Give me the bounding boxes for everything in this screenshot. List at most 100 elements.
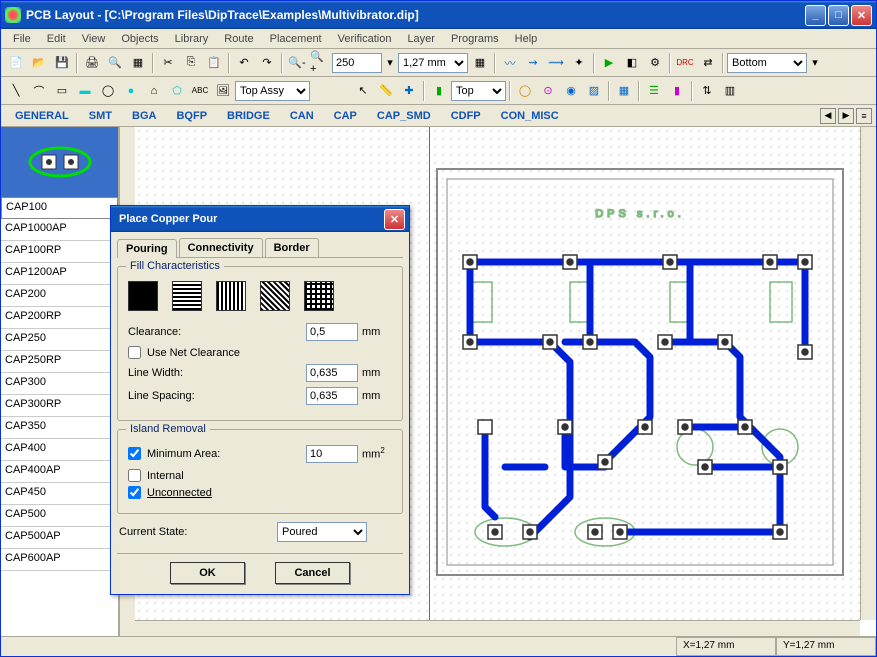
menu-file[interactable]: File	[5, 31, 39, 47]
zoom-dropdown-icon[interactable]: ▾	[383, 52, 397, 74]
component-cap300rp[interactable]: CAP300RP	[1, 395, 118, 417]
menu-view[interactable]: View	[74, 31, 114, 47]
text-icon[interactable]: ABC	[189, 80, 211, 102]
line-icon[interactable]: ╲	[5, 80, 27, 102]
hole-icon[interactable]: ◉	[560, 80, 582, 102]
net-icon[interactable]: ✦	[568, 52, 590, 74]
arc-icon[interactable]: ⌒	[28, 80, 50, 102]
cancel-button[interactable]: Cancel	[275, 562, 350, 584]
grid-icon[interactable]: ▦	[469, 52, 491, 74]
component-cap100[interactable]: CAP100	[1, 197, 118, 219]
titleblock-icon[interactable]: ▦	[127, 52, 149, 74]
lib-tab-bridge[interactable]: BRIDGE	[217, 107, 280, 125]
unconnected-checkbox[interactable]	[128, 486, 141, 499]
drc-icon[interactable]: DRC	[674, 52, 696, 74]
component-cap300[interactable]: CAP300	[1, 373, 118, 395]
pattern-icon[interactable]: ▥	[719, 80, 741, 102]
clearance-input[interactable]	[306, 323, 358, 341]
horizontal-scrollbar[interactable]	[135, 620, 860, 636]
menu-layer[interactable]: Layer	[399, 31, 443, 47]
zoom-input[interactable]	[332, 53, 382, 73]
ellipse-icon[interactable]: ◯	[97, 80, 119, 102]
copy-icon[interactable]: ⎘	[180, 52, 202, 74]
gear-icon[interactable]: ⚙	[644, 52, 666, 74]
redo-icon[interactable]: ↷	[256, 52, 278, 74]
poly-icon[interactable]: ⌂	[143, 80, 165, 102]
tab-scroll-right[interactable]: ▶	[838, 108, 854, 124]
component-cap100rp[interactable]: CAP100RP	[1, 241, 118, 263]
component-cap500ap[interactable]: CAP500AP	[1, 527, 118, 549]
component-cap1000ap[interactable]: CAP1000AP	[1, 219, 118, 241]
undo-icon[interactable]: ↶	[233, 52, 255, 74]
zoom-in-icon[interactable]: 🔍+	[309, 52, 331, 74]
route2-icon[interactable]: ⇝	[522, 52, 544, 74]
rect-icon[interactable]: ▭	[51, 80, 73, 102]
dialog-tab-connectivity[interactable]: Connectivity	[179, 238, 263, 257]
menu-placement[interactable]: Placement	[262, 31, 330, 47]
menu-programs[interactable]: Programs	[443, 31, 507, 47]
dialog-tab-pouring[interactable]: Pouring	[117, 239, 177, 258]
fill-solid[interactable]	[128, 281, 158, 311]
component-cap200rp[interactable]: CAP200RP	[1, 307, 118, 329]
vertical-scrollbar[interactable]	[860, 127, 876, 620]
internal-checkbox[interactable]	[128, 469, 141, 482]
component-cap600ap[interactable]: CAP600AP	[1, 549, 118, 571]
current-state-select[interactable]: Poured	[277, 522, 367, 542]
linespacing-input[interactable]	[306, 387, 358, 405]
run-icon[interactable]: ▶	[598, 52, 620, 74]
component-icon[interactable]: ▮	[428, 80, 450, 102]
component-cap400[interactable]: CAP400	[1, 439, 118, 461]
component-cap450[interactable]: CAP450	[1, 483, 118, 505]
linewidth-input[interactable]	[306, 364, 358, 382]
lib-tab-general[interactable]: GENERAL	[5, 107, 79, 125]
cut-icon[interactable]: ✂	[157, 52, 179, 74]
menu-verification[interactable]: Verification	[330, 31, 400, 47]
new-icon[interactable]: 📄	[5, 52, 27, 74]
measure-icon[interactable]: 📏	[375, 80, 397, 102]
min-area-input[interactable]	[306, 445, 358, 463]
via-icon[interactable]: ⊙	[537, 80, 559, 102]
menu-help[interactable]: Help	[507, 31, 546, 47]
lib-tab-bqfp[interactable]: BQFP	[166, 107, 217, 125]
netcheck-icon[interactable]: ⇄	[697, 52, 719, 74]
maximize-button[interactable]: □	[828, 5, 849, 26]
paste-icon[interactable]: 📋	[203, 52, 225, 74]
minimize-button[interactable]: _	[805, 5, 826, 26]
component-list[interactable]: CAP100CAP1000APCAP100RPCAP1200APCAP200CA…	[1, 197, 118, 636]
arrange-icon[interactable]: ◧	[621, 52, 643, 74]
pour-icon[interactable]: ▨	[583, 80, 605, 102]
menu-objects[interactable]: Objects	[113, 31, 166, 47]
component-cap500[interactable]: CAP500	[1, 505, 118, 527]
fill-grid[interactable]	[304, 281, 334, 311]
ratsnest-icon[interactable]: ☰	[643, 80, 665, 102]
lib-tab-cap_smd[interactable]: CAP_SMD	[367, 107, 441, 125]
component-cap250[interactable]: CAP250	[1, 329, 118, 351]
ok-button[interactable]: OK	[170, 562, 245, 584]
menu-edit[interactable]: Edit	[39, 31, 74, 47]
component-cap250rp[interactable]: CAP250RP	[1, 351, 118, 373]
grid-pitch-select[interactable]: 1,27 mm	[398, 53, 468, 73]
zoom-out-icon[interactable]: 🔍-	[286, 52, 308, 74]
dialog-titlebar[interactable]: Place Copper Pour ✕	[111, 206, 409, 232]
lib-tab-con_misc[interactable]: CON_MISC	[491, 107, 569, 125]
assy-select[interactable]: Top Assy	[235, 81, 310, 101]
rect-fill-icon[interactable]: ▬	[74, 80, 96, 102]
lib-tab-can[interactable]: CAN	[280, 107, 324, 125]
ellipse-fill-icon[interactable]: ●	[120, 80, 142, 102]
menu-library[interactable]: Library	[167, 31, 217, 47]
lib-tab-cap[interactable]: CAP	[324, 107, 367, 125]
lib-tab-smt[interactable]: SMT	[79, 107, 122, 125]
image-icon[interactable]: 🖼	[212, 80, 234, 102]
min-area-checkbox[interactable]	[128, 447, 141, 460]
close-button[interactable]: ✕	[851, 5, 872, 26]
lib-tab-cdfp[interactable]: CDFP	[441, 107, 491, 125]
fill-vertical[interactable]	[216, 281, 246, 311]
tab-scroll-left[interactable]: ◀	[820, 108, 836, 124]
menu-route[interactable]: Route	[216, 31, 261, 47]
origin-icon[interactable]: ✚	[398, 80, 420, 102]
layer-dropdown-icon[interactable]: ▾	[808, 52, 822, 74]
print-icon[interactable]: 🖨	[81, 52, 103, 74]
layer-select[interactable]: Bottom	[727, 53, 807, 73]
layer2-icon[interactable]: ▮	[666, 80, 688, 102]
save-icon[interactable]: 💾	[51, 52, 73, 74]
